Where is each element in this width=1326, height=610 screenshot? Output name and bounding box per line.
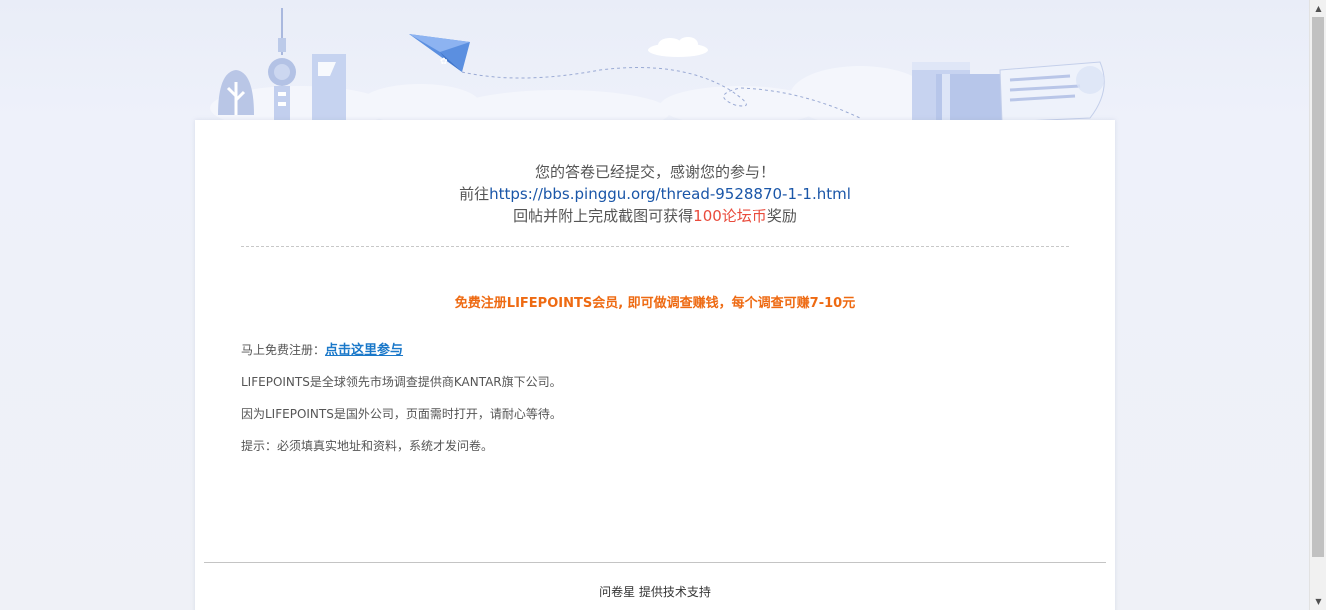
reward-amount: 100论坛币: [693, 207, 767, 225]
forum-thread-link[interactable]: https://bbs.pinggu.org/thread-9528870-1-…: [489, 185, 851, 203]
paper-plane-icon: ✿: [409, 34, 470, 72]
register-line: 马上免费注册：点击这里参与: [241, 339, 403, 358]
banner-illustration: ✿: [210, 8, 1105, 125]
content-card: 您的答卷已经提交，感谢您的参与！ 前往https://bbs.pinggu.or…: [195, 120, 1115, 610]
register-label: 马上免费注册：: [241, 343, 326, 357]
document-icon: [999, 61, 1105, 123]
submit-thanks-text: 您的答卷已经提交，感谢您的参与！: [534, 163, 775, 181]
cloud-icon: [648, 37, 708, 57]
page: ✿ 您的答卷已经提交，感谢您的参与！ 前往https://bbs.pinggu.…: [0, 0, 1309, 610]
vertical-scrollbar[interactable]: ▲ ▼: [1309, 0, 1326, 610]
reward-line: 回帖并附上完成截图可获得100论坛币奖励: [195, 205, 1115, 227]
forum-link-line: 前往https://bbs.pinggu.org/thread-9528870-…: [195, 183, 1115, 205]
reward-prefix: 回帖并附上完成截图可获得: [513, 207, 694, 225]
promo-title: 免费注册LIFEPOINTS会员, 即可做调查赚钱，每个调查可赚7-10元: [454, 296, 856, 311]
company-info-text: LIFEPOINTS是全球领先市场调查提供商KANTAR旗下公司。: [241, 375, 562, 389]
register-link[interactable]: 点击这里参与: [325, 343, 403, 358]
scroll-down-icon[interactable]: ▼: [1310, 593, 1326, 610]
footer-brand[interactable]: 问卷星: [599, 585, 635, 599]
footer-divider: [204, 562, 1106, 563]
tree-icon: [218, 70, 254, 115]
dashed-divider: [241, 246, 1069, 247]
scroll-thumb[interactable]: [1312, 17, 1324, 557]
books-icon: [912, 62, 1002, 122]
footer: 问卷星 提供技术支持: [195, 583, 1115, 600]
building-icon: [312, 54, 346, 120]
scroll-up-icon[interactable]: ▲: [1310, 0, 1326, 17]
reward-suffix: 奖励: [766, 207, 797, 225]
footer-support-text: 提供技术支持: [638, 585, 711, 599]
foreign-company-text: 因为LIFEPOINTS是国外公司，页面需时打开，请耐心等待。: [241, 407, 562, 421]
svg-text:✿: ✿: [440, 57, 448, 67]
tip-text: 提示：必须填真实地址和资料，系统才发问卷。: [241, 439, 494, 453]
forum-link-prefix: 前往: [459, 185, 490, 203]
